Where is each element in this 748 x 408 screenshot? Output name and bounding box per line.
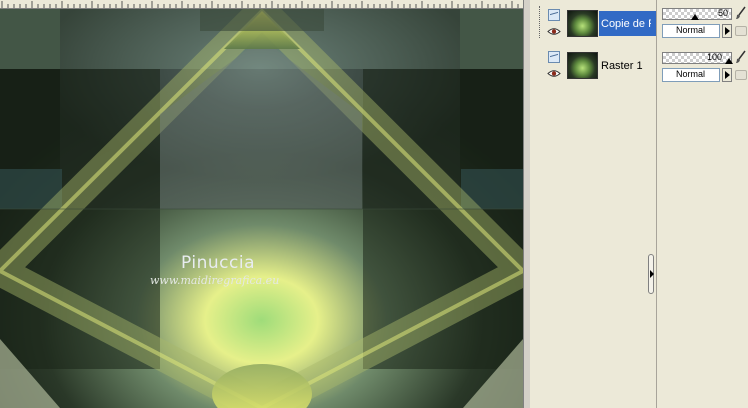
opacity-value: 50 [717,8,728,18]
layer-row[interactable]: Raster 1 [545,48,649,85]
layers-palette: Copie de R Raster 1 [530,0,660,408]
layer-thumbnail[interactable] [567,52,598,79]
opacity-marker[interactable] [691,14,699,20]
layer-properties-row: 50 Normal [660,0,748,44]
opacity-slider[interactable]: 100 [662,52,733,64]
opacity-slider[interactable]: 50 [662,8,732,20]
panel-separator[interactable] [523,0,530,408]
raster-layer-icon [548,9,560,21]
top-ruler [0,0,523,9]
layer-properties-panel: 50 Normal 100 Normal [656,0,748,408]
panel-expand-handle[interactable] [648,254,654,294]
layer-name[interactable]: Raster 1 [601,60,651,72]
lock-icon[interactable] [735,26,747,36]
lock-icon[interactable] [735,70,747,80]
blend-mode-select[interactable]: Normal [662,68,720,82]
layer-name[interactable]: Copie de R [601,18,651,30]
blend-mode-value: Normal [676,69,706,79]
layer-thumbnail[interactable] [567,10,598,37]
raster-layer-icon [548,51,560,63]
blend-mode-dropdown-button[interactable] [722,68,732,82]
chevron-right-icon [650,270,654,278]
brush-icon[interactable] [735,6,747,20]
layer-group-connector [539,6,540,38]
eye-icon[interactable] [547,69,561,78]
layer-properties-row: 100 Normal [660,44,748,88]
layers-list: Copie de R Raster 1 [545,6,660,90]
image-canvas-area[interactable]: Pinuccia www.maidiregrafica.eu [0,0,523,408]
blend-mode-value: Normal [676,25,706,35]
opacity-marker[interactable] [725,58,733,64]
blend-mode-select[interactable]: Normal [662,24,720,38]
opacity-value: 100 [706,52,722,62]
layer-controls [545,6,565,43]
image-canvas[interactable]: Pinuccia www.maidiregrafica.eu [0,9,523,408]
ruler-ticks [1,1,519,8]
watermark-url: www.maidiregrafica.eu [150,274,279,287]
brush-icon[interactable] [735,50,747,64]
layer-row[interactable]: Copie de R [545,6,660,43]
chevron-right-icon [725,71,730,79]
watermark-name: Pinuccia [181,253,255,273]
top-accent [200,9,324,31]
layer-controls [545,48,565,85]
blend-mode-dropdown-button[interactable] [722,24,732,38]
chevron-right-icon [725,27,730,35]
eye-icon[interactable] [547,27,561,36]
